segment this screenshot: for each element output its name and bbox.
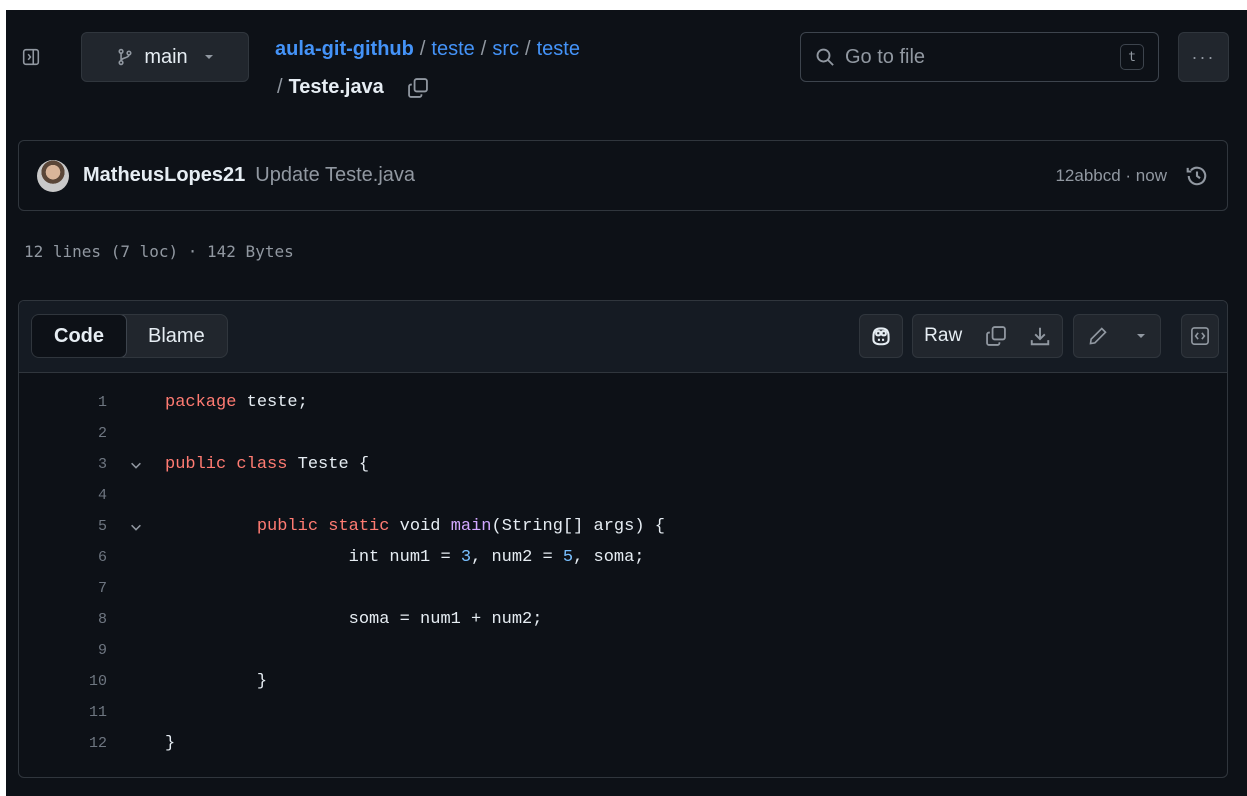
chevron-down-icon xyxy=(204,52,214,62)
copilot-button[interactable] xyxy=(859,314,903,358)
file-view: main aula-git-github / teste / src / teste / Te… xyxy=(6,10,1247,796)
keyboard-shortcut-hint: t xyxy=(1120,44,1144,70)
branch-name: main xyxy=(144,45,188,68)
line-number[interactable]: 10 xyxy=(19,673,107,690)
line-number[interactable]: 4 xyxy=(19,487,107,504)
code-line: 4 xyxy=(19,480,1227,511)
code-text: soma = num1 + num2; xyxy=(165,610,543,629)
commit-message-link[interactable]: Update Teste.java xyxy=(255,164,1055,187)
code-text: public static void main(String[] args) { xyxy=(256,517,665,536)
breadcrumb-dir-link[interactable]: teste xyxy=(537,38,580,60)
pencil-icon[interactable] xyxy=(1088,326,1108,346)
fold-chevron-icon[interactable] xyxy=(107,520,165,534)
branch-selector-button[interactable]: main xyxy=(81,32,249,82)
tab-code[interactable]: Code xyxy=(31,315,127,357)
code-text: int num1 = 3, num2 = 5, soma; xyxy=(165,548,645,567)
code-square-icon xyxy=(1190,326,1210,346)
breadcrumb-dir-link[interactable]: teste xyxy=(431,38,474,60)
breadcrumb-repo-link[interactable]: aula-git-github xyxy=(275,38,414,60)
breadcrumb-file-name: Teste.java xyxy=(288,76,384,98)
view-mode-segmented-control: Code Blame xyxy=(31,314,228,358)
line-number[interactable]: 5 xyxy=(19,518,107,535)
line-number[interactable]: 3 xyxy=(19,456,107,473)
line-number[interactable]: 8 xyxy=(19,611,107,628)
code-text: package teste; xyxy=(165,393,308,412)
code-line: 5 public static void main(String[] args)… xyxy=(19,511,1227,542)
download-icon[interactable] xyxy=(1029,325,1051,347)
breadcrumb-separator: / xyxy=(525,38,531,60)
line-number[interactable]: 1 xyxy=(19,394,107,411)
copy-icon[interactable] xyxy=(985,325,1007,347)
code-viewer: Code Blame Raw 1 package teste; 2 3 publ… xyxy=(18,300,1228,778)
code-line: 2 xyxy=(19,418,1227,449)
line-number[interactable]: 9 xyxy=(19,642,107,659)
go-to-file-input[interactable]: Go to file t xyxy=(800,32,1159,82)
search-icon xyxy=(815,47,835,67)
code-line: 6 int num1 = 3, num2 = 5, soma; xyxy=(19,542,1227,573)
tab-blame[interactable]: Blame xyxy=(126,315,227,357)
code-line: 1 package teste; xyxy=(19,387,1227,418)
raw-copy-download-group: Raw xyxy=(912,314,1063,358)
more-options-button[interactable]: ··· xyxy=(1178,32,1229,82)
breadcrumb-separator: / xyxy=(480,38,487,60)
avatar[interactable] xyxy=(37,159,69,192)
line-number[interactable]: 7 xyxy=(19,580,107,597)
line-number[interactable]: 6 xyxy=(19,549,107,566)
breadcrumb: aula-git-github / teste / src / teste / Teste.j… xyxy=(275,30,795,106)
commit-sha-time[interactable]: 12abbcd · now xyxy=(1055,166,1167,186)
breadcrumb-dir-link[interactable]: src xyxy=(492,38,519,60)
code-text: } xyxy=(165,672,268,691)
code-line: 12 } xyxy=(19,728,1227,759)
line-number[interactable]: 12 xyxy=(19,735,107,752)
code-line: 11 xyxy=(19,697,1227,728)
git-branch-icon xyxy=(116,48,134,66)
code-line: 10 } xyxy=(19,666,1227,697)
breadcrumb-separator: / xyxy=(419,38,426,60)
code-line: 7 xyxy=(19,573,1227,604)
symbols-panel-button[interactable] xyxy=(1181,314,1219,358)
code-toolbar: Code Blame Raw xyxy=(19,301,1227,373)
code-text: public class Teste { xyxy=(165,455,370,474)
code-line: 3 public class Teste { xyxy=(19,449,1227,480)
copilot-icon xyxy=(870,325,892,347)
edit-file-group xyxy=(1073,314,1161,358)
line-number[interactable]: 2 xyxy=(19,425,107,442)
breadcrumb-separator: / xyxy=(277,76,283,98)
search-placeholder: Go to file xyxy=(845,45,926,68)
history-icon[interactable] xyxy=(1185,164,1209,188)
chevron-down-icon[interactable] xyxy=(1136,331,1146,341)
fold-chevron-icon[interactable] xyxy=(107,458,165,472)
raw-button[interactable]: Raw xyxy=(924,325,962,347)
line-number[interactable]: 11 xyxy=(19,704,107,721)
commit-author-link[interactable]: MatheusLopes21 xyxy=(83,164,245,187)
latest-commit-bar: MatheusLopes21 Update Teste.java 12abbcd… xyxy=(18,140,1228,211)
sidebar-toggle-icon[interactable] xyxy=(20,46,42,68)
code-text: } xyxy=(165,734,176,753)
file-info: 12 lines (7 loc) · 142 Bytes xyxy=(24,242,294,261)
copy-path-icon[interactable] xyxy=(407,77,429,99)
code-line: 8 soma = num1 + num2; xyxy=(19,604,1227,635)
code-body: 1 package teste; 2 3 public class Teste … xyxy=(19,373,1227,759)
code-line: 9 xyxy=(19,635,1227,666)
